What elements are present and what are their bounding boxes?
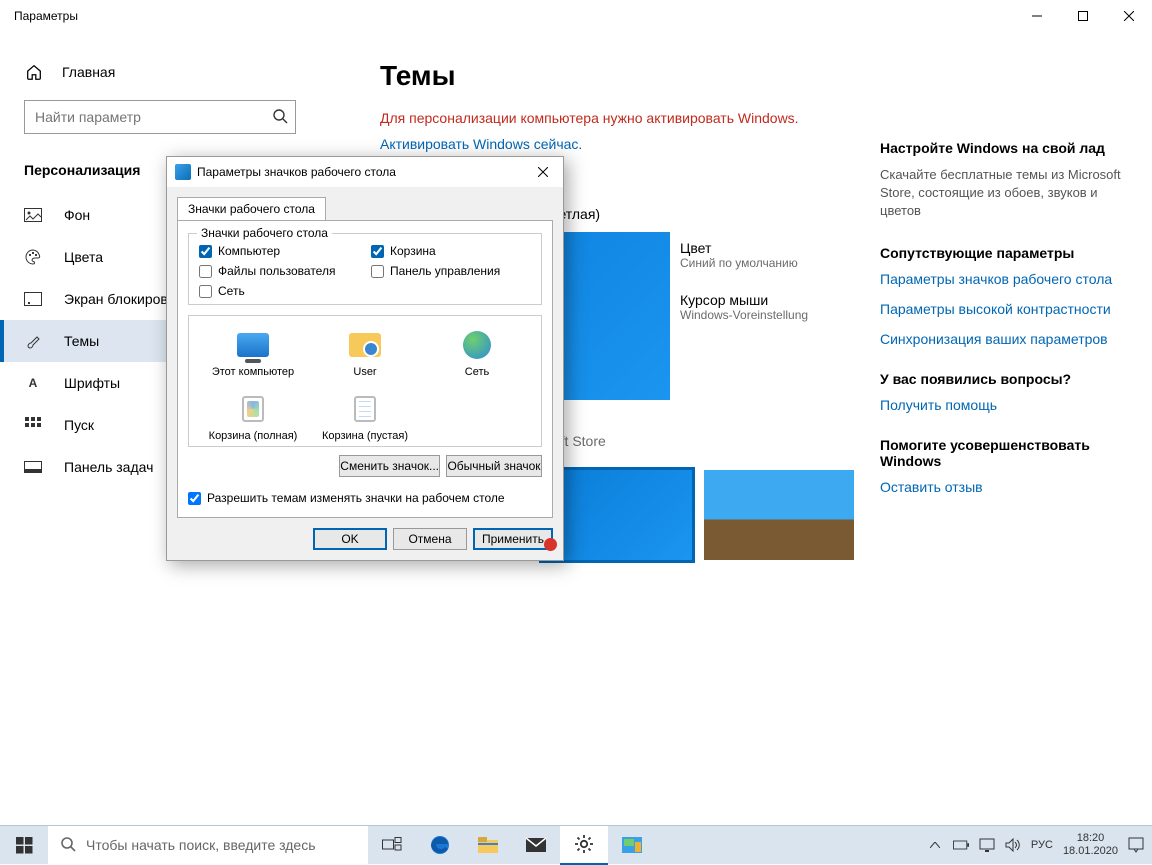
notifications-icon[interactable] [1128,837,1144,853]
check-network[interactable]: Сеть [199,284,359,298]
apply-button[interactable]: Применить [473,528,553,550]
rcol-heading: Настройте Windows на свой лад [880,140,1130,156]
search-placeholder: Чтобы начать поиск, введите здесь [86,837,316,853]
dialog-close-button[interactable] [529,161,557,183]
rcol-link-sync[interactable]: Синхронизация ваших параметров [880,331,1130,347]
highlight-marker-icon [544,538,557,551]
nav-label: Фон [64,207,90,223]
cancel-button[interactable]: Отмена [393,528,467,550]
cursor-link[interactable]: Курсор мыши [680,292,808,308]
rcol-heading: У вас появились вопросы? [880,371,1130,387]
edge-icon[interactable] [416,826,464,865]
brush-icon [24,332,42,350]
right-column: Настройте Windows на свой лад Скачайте б… [880,140,1130,519]
check-recycle-bin[interactable]: Корзина [371,244,531,258]
clock[interactable]: 18:20 18.01.2020 [1063,832,1118,858]
maximize-button[interactable] [1060,0,1106,32]
explorer-icon[interactable] [464,826,512,865]
icon-bin-full[interactable]: Корзина (полная) [197,392,309,442]
taskbar-search[interactable]: Чтобы начать поиск, введите здесь [48,826,368,865]
minimize-button[interactable] [1014,0,1060,32]
app-icon[interactable] [608,826,656,865]
icon-preview-grid: Этот компьютер User Сеть Корзина (полная… [188,315,542,447]
activation-warning: Для персонализации компьютера нужно акти… [380,110,1124,126]
default-icon-button[interactable]: Обычный значок [446,455,542,477]
nav-home[interactable]: Главная [0,54,320,100]
nav-label: Экран блокировки [64,291,182,307]
icon-this-pc[interactable]: Этот компьютер [197,328,309,378]
date: 18.01.2020 [1063,845,1118,858]
cursor-sub: Windows-Voreinstellung [680,308,808,322]
network-icon[interactable] [979,837,995,853]
search-icon [60,836,76,855]
search-icon [272,108,288,127]
volume-icon[interactable] [1005,837,1021,853]
dialog-tab[interactable]: Значки рабочего стола [177,197,326,220]
rcol-text: Скачайте бесплатные темы из Microsoft St… [880,166,1130,221]
taskbar: Чтобы начать поиск, введите здесь РУС 18… [0,825,1152,864]
nav-label: Пуск [64,417,94,433]
dialog-app-icon [175,164,191,180]
rcol-heading: Сопутствующие параметры [880,245,1130,261]
color-link[interactable]: Цвет [680,240,798,256]
theme-tile[interactable] [704,470,854,560]
time: 18:20 [1063,832,1118,845]
icon-user[interactable]: User [309,328,421,378]
taskbar-icon [24,458,42,476]
rcol-heading: Помогите усовершенствовать Windows [880,437,1130,469]
nav-label: Шрифты [64,375,120,391]
start-icon [24,416,42,434]
color-sub: Синий по умолчанию [680,256,798,270]
check-computer[interactable]: Компьютер [199,244,359,258]
nav-home-label: Главная [62,64,115,80]
titlebar: Параметры [0,0,1152,32]
change-icon-button[interactable]: Сменить значок... [339,455,440,477]
icon-bin-empty[interactable]: Корзина (пустая) [309,392,421,442]
check-user-files[interactable]: Файлы пользователя [199,264,359,278]
group-legend: Значки рабочего стола [197,226,332,240]
battery-icon[interactable] [953,837,969,853]
rcol-link-desktop-icons[interactable]: Параметры значков рабочего стола [880,271,1130,287]
fonts-icon: A [24,374,42,392]
settings-icon[interactable] [560,826,608,865]
home-icon [24,62,44,82]
lock-screen-icon [24,290,42,308]
start-button[interactable] [0,826,48,865]
dialog-title: Параметры значков рабочего стола [197,165,396,179]
mail-icon[interactable] [512,826,560,865]
theme-tile[interactable] [542,470,692,560]
dialog-titlebar: Параметры значков рабочего стола [167,157,563,187]
close-button[interactable] [1106,0,1152,32]
search-input[interactable] [24,100,296,134]
palette-icon [24,248,42,266]
page-title: Темы [380,60,1124,92]
rcol-link-high-contrast[interactable]: Параметры высокой контрастности [880,301,1130,317]
task-view-button[interactable] [368,826,416,865]
ok-button[interactable]: OK [313,528,387,550]
activate-link[interactable]: Активировать Windows сейчас. [380,136,582,152]
check-control-panel[interactable]: Панель управления [371,264,531,278]
rcol-link-help[interactable]: Получить помощь [880,397,1130,413]
window-title: Параметры [14,9,1014,23]
rcol-link-feedback[interactable]: Оставить отзыв [880,479,1130,495]
language-indicator[interactable]: РУС [1031,839,1053,851]
nav-label: Темы [64,333,99,349]
system-tray: РУС 18:20 18.01.2020 [927,832,1152,858]
picture-icon [24,206,42,224]
nav-label: Цвета [64,249,103,265]
allow-themes-checkbox[interactable]: Разрешить темам изменять значки на рабоч… [188,491,542,505]
chevron-up-icon[interactable] [927,837,943,853]
icon-network[interactable]: Сеть [421,328,533,378]
nav-label: Панель задач [64,459,153,475]
desktop-icons-dialog: Параметры значков рабочего стола Значки … [166,156,564,561]
checkbox-group: Значки рабочего стола Компьютер Корзина … [188,233,542,305]
